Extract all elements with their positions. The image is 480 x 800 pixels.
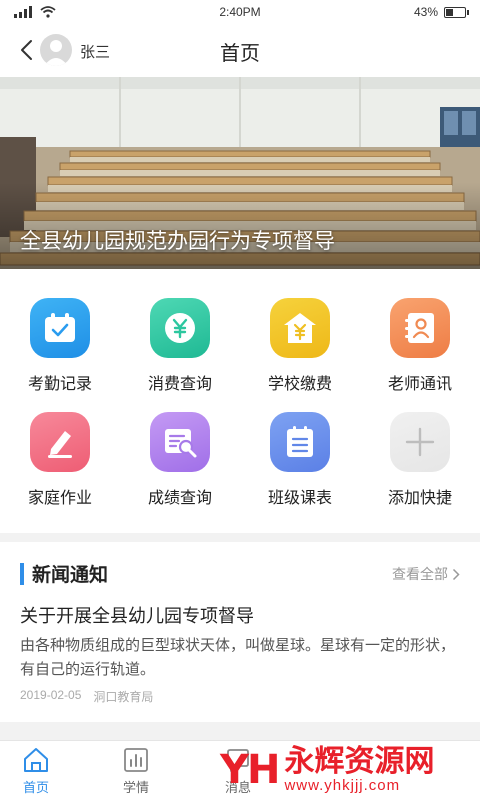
grid-item-consumption[interactable]: 消费查询	[120, 298, 240, 408]
tab-label: 学情	[122, 780, 149, 795]
page-title: 首页	[220, 43, 260, 65]
tab-label: 首页	[22, 780, 49, 795]
school-fee-icon	[284, 313, 316, 343]
grid-item-homework[interactable]: 家庭作业	[0, 412, 120, 522]
grid-label: 学校缴费	[267, 376, 332, 393]
plus-icon	[405, 427, 435, 457]
banner-carousel[interactable]: 全县幼儿园规范办园行为专项督导	[0, 77, 480, 269]
watermark-logo: YH 永辉资源网 www.yhkjjj.com	[220, 742, 480, 798]
grid-item-add-shortcut[interactable]: 添加快捷	[360, 412, 480, 522]
grade-search-icon	[165, 429, 197, 458]
news-header: 新闻通知	[20, 560, 108, 587]
grid-label: 老师通讯	[387, 376, 452, 393]
watermark-mark: YH	[220, 747, 280, 793]
banner-caption: 全县幼儿园规范办园行为专项督导	[20, 230, 335, 253]
grid-label: 成绩查询	[147, 490, 212, 507]
grid-item-school-fee[interactable]: 学校缴费	[240, 298, 360, 408]
status-bar: 2:40PM 43%	[0, 0, 480, 24]
home-icon	[24, 748, 48, 772]
grid-item-attendance[interactable]: 考勤记录	[0, 298, 120, 408]
nav-bar: 张三 首页	[0, 24, 480, 77]
section-title: 新闻通知	[32, 565, 109, 586]
battery-icon	[444, 6, 469, 18]
grid-label: 班级课表	[267, 490, 332, 507]
news-section: 新闻通知 查看全部 关于开展全县幼儿园专项督导 由各种物质组成的巨型球状天体，叫…	[0, 542, 480, 722]
contact-book-icon	[405, 313, 434, 343]
grid-label: 消费查询	[147, 376, 212, 393]
grid-icon-bg	[270, 298, 330, 358]
grid-icon-bg	[30, 298, 90, 358]
news-article-meta: 2019-02-05 洞口教育局	[20, 688, 153, 705]
calendar-check-icon	[45, 313, 75, 342]
grid-icon-bg	[150, 298, 210, 358]
pencil-icon	[48, 431, 72, 458]
grid-icon-bg	[270, 412, 330, 472]
grid-icon-bg	[150, 412, 210, 472]
grid-label: 家庭作业	[27, 490, 92, 507]
grid-icon-bg	[30, 412, 90, 472]
schedule-list-icon	[287, 426, 313, 457]
chevron-right-icon	[452, 568, 460, 580]
grid-item-grades[interactable]: 成绩查询	[120, 412, 240, 522]
news-source: 洞口教育局	[93, 690, 154, 704]
news-date: 2019-02-05	[20, 688, 82, 702]
news-article-title[interactable]: 关于开展全县幼儿园专项督导	[20, 602, 254, 628]
news-article-summary[interactable]: 由各种物质组成的巨型球状天体，叫做星球。星球有一定的形状，有自己的运行轨道。	[20, 634, 460, 682]
section-accent-bar	[20, 562, 24, 585]
grid-label: 添加快捷	[387, 490, 452, 507]
tab-study[interactable]: 学情	[88, 747, 184, 799]
grid-item-class-schedule[interactable]: 班级课表	[240, 412, 360, 522]
view-all-label: 查看全部	[392, 566, 448, 582]
grid-label: 考勤记录	[27, 376, 92, 393]
function-grid: 考勤记录 消费查询 学校缴费 老师通讯 家庭作业 成绩查询 班级课表 添加快捷	[0, 269, 480, 533]
grid-icon-bg	[390, 412, 450, 472]
yuan-coin-icon	[165, 313, 195, 343]
bar-chart-icon	[124, 748, 148, 772]
watermark-url: www.yhkjjj.com	[284, 777, 401, 794]
status-time: 2:40PM	[219, 5, 261, 19]
grid-item-teacher-contact[interactable]: 老师通讯	[360, 298, 480, 408]
grid-icon-bg	[390, 298, 450, 358]
tab-home[interactable]: 首页	[0, 747, 84, 799]
view-all-link[interactable]: 查看全部	[392, 564, 460, 584]
watermark-title: 永辉资源网	[284, 745, 435, 778]
